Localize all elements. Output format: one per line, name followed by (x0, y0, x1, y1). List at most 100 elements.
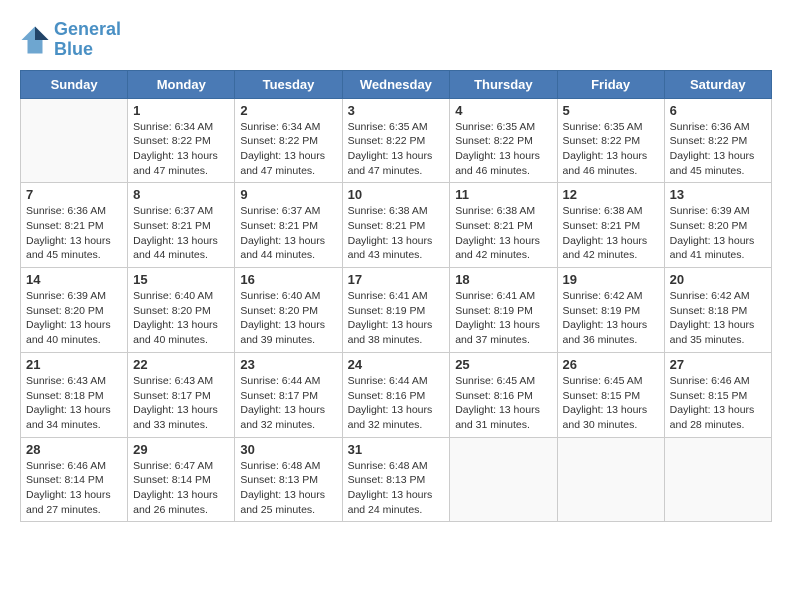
day-info: Sunrise: 6:43 AM Sunset: 8:18 PM Dayligh… (26, 374, 122, 433)
day-number: 18 (455, 272, 551, 287)
calendar-cell: 19 Sunrise: 6:42 AM Sunset: 8:19 PM Dayli… (557, 268, 664, 353)
day-number: 14 (26, 272, 122, 287)
calendar-cell (557, 437, 664, 522)
day-info: Sunrise: 6:40 AM Sunset: 8:20 PM Dayligh… (240, 289, 336, 348)
logo-text-line2: Blue (54, 40, 121, 60)
calendar-cell: 30 Sunrise: 6:48 AM Sunset: 8:13 PM Dayli… (235, 437, 342, 522)
day-info: Sunrise: 6:48 AM Sunset: 8:13 PM Dayligh… (240, 459, 336, 518)
calendar-cell: 31Sunrise: 6:48 AM Sunset: 8:13 PM Dayli… (342, 437, 450, 522)
day-number: 26 (563, 357, 659, 372)
calendar-cell: 21 Sunrise: 6:43 AM Sunset: 8:18 PM Dayli… (21, 352, 128, 437)
calendar-cell: 9 Sunrise: 6:37 AM Sunset: 8:21 PM Daylig… (235, 183, 342, 268)
calendar-cell (21, 98, 128, 183)
logo-text-line1: General (54, 20, 121, 40)
day-number: 28 (26, 442, 122, 457)
calendar-cell: 29 Sunrise: 6:47 AM Sunset: 8:14 PM Dayli… (128, 437, 235, 522)
day-number: 13 (670, 187, 766, 202)
day-number: 10 (348, 187, 445, 202)
logo: General Blue (20, 20, 121, 60)
day-number: 16 (240, 272, 336, 287)
calendar-cell: 8 Sunrise: 6:37 AM Sunset: 8:21 PM Daylig… (128, 183, 235, 268)
day-number: 22 (133, 357, 229, 372)
day-info: Sunrise: 6:45 AM Sunset: 8:15 PM Dayligh… (563, 374, 659, 433)
calendar-cell: 1 Sunrise: 6:34 AM Sunset: 8:22 PM Daylig… (128, 98, 235, 183)
calendar-cell: 24Sunrise: 6:44 AM Sunset: 8:16 PM Dayli… (342, 352, 450, 437)
day-info: Sunrise: 6:48 AM Sunset: 8:13 PM Dayligh… (348, 459, 445, 518)
day-info: Sunrise: 6:45 AM Sunset: 8:16 PM Dayligh… (455, 374, 551, 433)
calendar-cell: 17 Sunrise: 6:41 AM Sunset: 8:19 PM Dayli… (342, 268, 450, 353)
calendar-header-row: SundayMondayTuesdayWednesdayThursdayFrid… (21, 70, 772, 98)
day-number: 20 (670, 272, 766, 287)
day-info: Sunrise: 6:47 AM Sunset: 8:14 PM Dayligh… (133, 459, 229, 518)
calendar-header-wednesday: Wednesday (342, 70, 450, 98)
day-number: 30 (240, 442, 336, 457)
day-info: Sunrise: 6:41 AM Sunset: 8:19 PM Dayligh… (455, 289, 551, 348)
day-info: Sunrise: 6:38 AM Sunset: 8:21 PM Dayligh… (455, 204, 551, 263)
calendar-table: SundayMondayTuesdayWednesdayThursdayFrid… (20, 70, 772, 523)
day-info: Sunrise: 6:46 AM Sunset: 8:14 PM Dayligh… (26, 459, 122, 518)
page-header: General Blue (20, 20, 772, 60)
day-number: 15 (133, 272, 229, 287)
calendar-cell: 10 Sunrise: 6:38 AM Sunset: 8:21 PM Dayli… (342, 183, 450, 268)
day-info: Sunrise: 6:34 AM Sunset: 8:22 PM Dayligh… (133, 120, 229, 179)
calendar-header-saturday: Saturday (664, 70, 771, 98)
day-info: Sunrise: 6:44 AM Sunset: 8:17 PM Dayligh… (240, 374, 336, 433)
calendar-cell: 2Sunrise: 6:34 AM Sunset: 8:22 PM Daylig… (235, 98, 342, 183)
day-number: 17 (348, 272, 445, 287)
day-number: 27 (670, 357, 766, 372)
day-number: 21 (26, 357, 122, 372)
day-info: Sunrise: 6:41 AM Sunset: 8:19 PM Dayligh… (348, 289, 445, 348)
calendar-cell: 6Sunrise: 6:36 AM Sunset: 8:22 PM Daylig… (664, 98, 771, 183)
day-number: 6 (670, 103, 766, 118)
day-info: Sunrise: 6:39 AM Sunset: 8:20 PM Dayligh… (26, 289, 122, 348)
day-number: 8 (133, 187, 229, 202)
day-number: 11 (455, 187, 551, 202)
day-info: Sunrise: 6:43 AM Sunset: 8:17 PM Dayligh… (133, 374, 229, 433)
day-info: Sunrise: 6:34 AM Sunset: 8:22 PM Dayligh… (240, 120, 336, 179)
calendar-header-sunday: Sunday (21, 70, 128, 98)
calendar-cell: 12Sunrise: 6:38 AM Sunset: 8:21 PM Dayli… (557, 183, 664, 268)
calendar-header-monday: Monday (128, 70, 235, 98)
calendar-cell (450, 437, 557, 522)
calendar-cell: 5 Sunrise: 6:35 AM Sunset: 8:22 PM Daylig… (557, 98, 664, 183)
day-number: 3 (348, 103, 445, 118)
calendar-cell: 3 Sunrise: 6:35 AM Sunset: 8:22 PM Daylig… (342, 98, 450, 183)
day-info: Sunrise: 6:39 AM Sunset: 8:20 PM Dayligh… (670, 204, 766, 263)
calendar-cell: 26 Sunrise: 6:45 AM Sunset: 8:15 PM Dayli… (557, 352, 664, 437)
calendar-cell (664, 437, 771, 522)
calendar-cell: 22 Sunrise: 6:43 AM Sunset: 8:17 PM Dayli… (128, 352, 235, 437)
day-number: 9 (240, 187, 336, 202)
calendar-cell: 25 Sunrise: 6:45 AM Sunset: 8:16 PM Dayli… (450, 352, 557, 437)
calendar-week-3: 14 Sunrise: 6:39 AM Sunset: 8:20 PM Dayli… (21, 268, 772, 353)
calendar-week-4: 21 Sunrise: 6:43 AM Sunset: 8:18 PM Dayli… (21, 352, 772, 437)
day-info: Sunrise: 6:35 AM Sunset: 8:22 PM Dayligh… (563, 120, 659, 179)
calendar-week-5: 28 Sunrise: 6:46 AM Sunset: 8:14 PM Dayli… (21, 437, 772, 522)
day-info: Sunrise: 6:42 AM Sunset: 8:19 PM Dayligh… (563, 289, 659, 348)
calendar-cell: 18 Sunrise: 6:41 AM Sunset: 8:19 PM Dayli… (450, 268, 557, 353)
calendar-cell: 28 Sunrise: 6:46 AM Sunset: 8:14 PM Dayli… (21, 437, 128, 522)
calendar-cell: 7 Sunrise: 6:36 AM Sunset: 8:21 PM Daylig… (21, 183, 128, 268)
day-number: 19 (563, 272, 659, 287)
day-number: 29 (133, 442, 229, 457)
day-info: Sunrise: 6:35 AM Sunset: 8:22 PM Dayligh… (348, 120, 445, 179)
calendar-header-tuesday: Tuesday (235, 70, 342, 98)
calendar-cell: 27Sunrise: 6:46 AM Sunset: 8:15 PM Dayli… (664, 352, 771, 437)
calendar-cell: 11 Sunrise: 6:38 AM Sunset: 8:21 PM Dayli… (450, 183, 557, 268)
calendar-cell: 14 Sunrise: 6:39 AM Sunset: 8:20 PM Dayli… (21, 268, 128, 353)
calendar-cell: 15Sunrise: 6:40 AM Sunset: 8:20 PM Dayli… (128, 268, 235, 353)
calendar-cell: 20Sunrise: 6:42 AM Sunset: 8:18 PM Dayli… (664, 268, 771, 353)
calendar-cell: 13 Sunrise: 6:39 AM Sunset: 8:20 PM Dayli… (664, 183, 771, 268)
logo-icon (20, 25, 50, 55)
day-info: Sunrise: 6:37 AM Sunset: 8:21 PM Dayligh… (133, 204, 229, 263)
day-info: Sunrise: 6:36 AM Sunset: 8:21 PM Dayligh… (26, 204, 122, 263)
day-info: Sunrise: 6:37 AM Sunset: 8:21 PM Dayligh… (240, 204, 336, 263)
day-info: Sunrise: 6:35 AM Sunset: 8:22 PM Dayligh… (455, 120, 551, 179)
day-number: 5 (563, 103, 659, 118)
day-number: 25 (455, 357, 551, 372)
day-number: 7 (26, 187, 122, 202)
day-number: 1 (133, 103, 229, 118)
calendar-header-thursday: Thursday (450, 70, 557, 98)
day-info: Sunrise: 6:38 AM Sunset: 8:21 PM Dayligh… (348, 204, 445, 263)
calendar-header-friday: Friday (557, 70, 664, 98)
day-number: 24 (348, 357, 445, 372)
